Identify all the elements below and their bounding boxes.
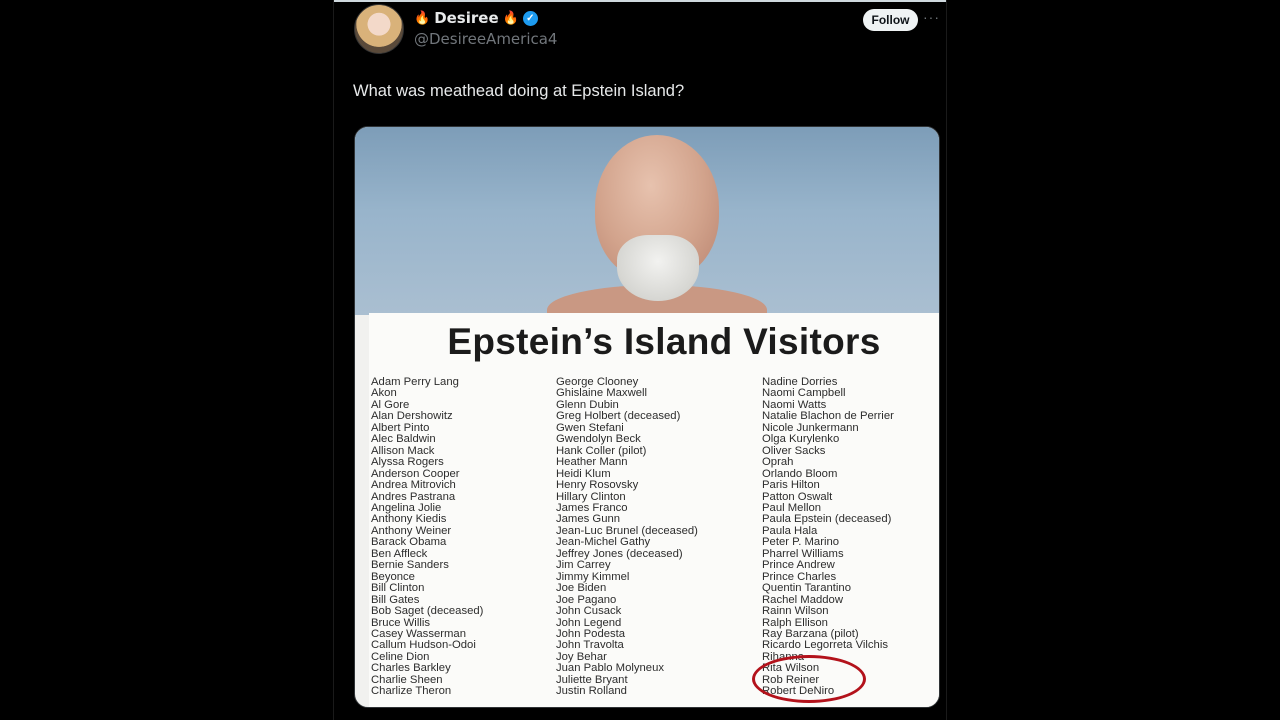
visitor-column-2: George Clooney Ghislaine Maxwell Glenn Dub… [556,376,698,698]
fire-icon: 🔥 [502,10,519,25]
fire-icon: 🔥 [414,10,431,25]
visitor-name: Gwendolyn Beck [556,433,641,446]
more-options-icon[interactable]: ··· [923,9,940,25]
media-photo [355,127,939,335]
verified-badge-icon: ✓ [522,10,538,26]
visitor-name: Paris Hilton [762,479,820,492]
highlight-circle [752,655,866,703]
visitor-name: Jim Carrey [556,559,611,572]
visitor-name: Rainn Wilson [762,605,829,618]
visitor-name: Olga Kurylenko [762,433,840,446]
visitor-column-3: Nadine Dorries Naomi Campbell Naomi Watts N… [762,376,894,698]
visitor-name: John Cusack [556,605,622,618]
visitor-name: Henry Rosovsky [556,479,639,492]
visitor-name: Bernie Sanders [371,559,449,572]
media-title: Epstein’s Island Visitors [447,321,881,362]
tweet-media-image[interactable]: Epstein’s Island Visitors Adam Perry Lan… [354,126,940,708]
visitor-name: Alec Baldwin [371,433,436,446]
author-display-name[interactable]: Desiree [434,9,498,27]
man-portrait [547,135,767,335]
visitor-name: Prince Andrew [762,559,835,572]
visitor-name: Bob Saget (deceased) [371,605,484,618]
avatar[interactable] [354,4,404,54]
visitor-name: Charlize Theron [371,685,452,698]
author-name-row[interactable]: 🔥 Desiree 🔥 ✓ [414,9,538,27]
visitor-name: Justin Rolland [556,685,627,698]
visitor-column-1: Adam Perry Lang Akon Al Gore Alan Dershowit… [371,376,484,698]
visitor-list-sheet: Epstein’s Island Visitors Adam Perry Lan… [369,313,939,707]
author-handle[interactable]: @DesireeAmerica4 [414,30,557,48]
visitor-name: Joe Biden [556,582,607,595]
visitor-name: Quentin Tarantino [762,582,851,595]
visitor-name: Bill Clinton [371,582,425,595]
tweet-card: 🔥 Desiree 🔥 ✓ @DesireeAmerica4 Follow ··… [333,0,947,720]
top-divider [334,0,946,2]
visitor-name: Heather Mann [556,456,628,469]
visitor-name: Oprah [762,456,794,469]
visitor-name: Andrea Mitrovich [371,479,456,492]
visitor-name: Alyssa Rogers [371,456,444,469]
tweet-text: What was meathead doing at Epstein Islan… [353,82,685,100]
follow-button[interactable]: Follow [863,9,918,31]
